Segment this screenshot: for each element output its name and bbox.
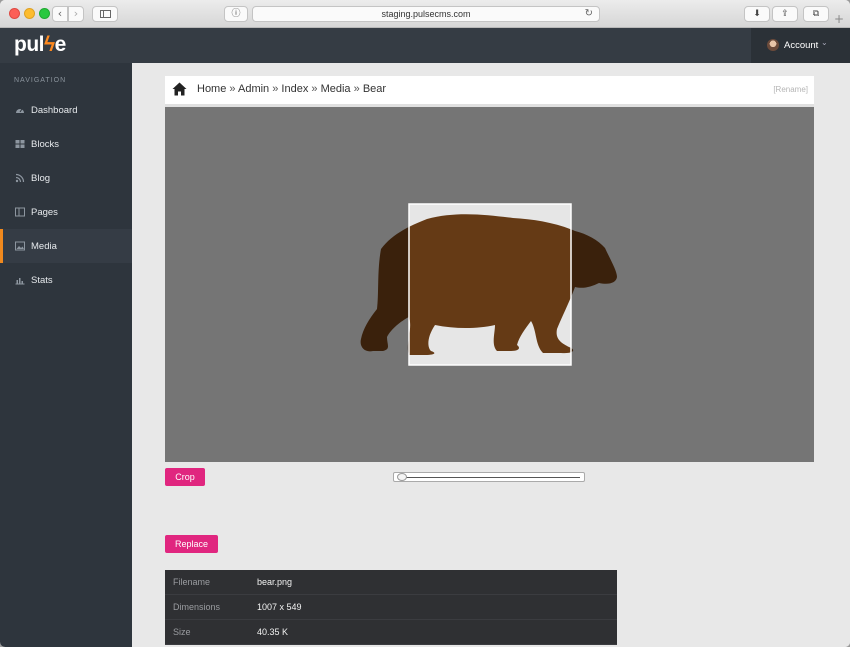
avatar — [767, 39, 779, 51]
breadcrumb-trail: Home » Admin » Index » Media » Bear — [197, 83, 386, 95]
info-icon: ⓘ — [231, 9, 241, 19]
site-info-button[interactable]: ⓘ — [224, 6, 248, 22]
breadcrumb-home[interactable]: Home — [197, 83, 226, 95]
image-icon — [15, 241, 25, 251]
rename-link[interactable]: [Rename] — [773, 85, 808, 94]
sidebar-item-dashboard[interactable]: Dashboard — [0, 93, 132, 127]
bear-image — [360, 203, 617, 366]
share-icon: ⇪ — [781, 9, 789, 19]
chevron-left-icon: ‹ — [57, 7, 63, 20]
app-header: pulϟe Account ⌄ — [0, 28, 850, 63]
browser-window: ‹ › ⓘ staging.pulsecms.com ↻ ⬇ ⇪ ⧉ + pul… — [0, 0, 850, 647]
minimize-window-button[interactable] — [24, 8, 35, 19]
crop-button[interactable]: Crop — [165, 468, 205, 486]
sidebar: NAVIGATION Dashboard Blocks Blog Pages M… — [0, 63, 132, 647]
pulse-logo[interactable]: pulϟe — [14, 33, 66, 57]
url-text: staging.pulsecms.com — [381, 9, 471, 19]
browser-toolbar: ‹ › ⓘ staging.pulsecms.com ↻ ⬇ ⇪ ⧉ + — [0, 0, 850, 28]
breadcrumb-separator: » — [353, 83, 360, 95]
breadcrumb-index[interactable]: Index — [281, 83, 308, 95]
info-value: 1007 x 549 — [257, 602, 302, 612]
plus-icon: + — [834, 12, 845, 26]
breadcrumb-separator: » — [311, 83, 318, 95]
chevron-right-icon: › — [73, 7, 79, 20]
rss-icon — [15, 173, 25, 183]
table-row: Size 40.35 K — [165, 620, 617, 645]
main-content: Home » Admin » Index » Media » Bear [Ren… — [132, 63, 850, 647]
account-label: Account — [784, 40, 819, 51]
table-row: Dimensions 1007 x 549 — [165, 595, 617, 620]
slider-track — [406, 477, 580, 478]
chart-icon — [15, 278, 25, 285]
maximize-window-button[interactable] — [39, 8, 50, 19]
sidebar-item-pages[interactable]: Pages — [0, 195, 132, 229]
back-button[interactable]: ‹ — [52, 6, 68, 22]
sidebar-item-stats[interactable]: Stats — [0, 263, 132, 297]
share-button[interactable]: ⇪ — [772, 6, 798, 22]
breadcrumb-admin[interactable]: Admin — [238, 83, 269, 95]
reload-icon[interactable]: ↻ — [585, 7, 593, 21]
sidebar-item-label: Blog — [31, 173, 51, 184]
tab-overview-button[interactable]: ⧉ — [803, 6, 829, 22]
breadcrumb-current: Bear — [362, 83, 387, 95]
new-tab-button[interactable]: + — [834, 12, 844, 26]
slider-handle[interactable] — [397, 473, 407, 481]
info-key: Filename — [173, 577, 211, 587]
sidebar-icon — [100, 10, 111, 18]
breadcrumb-separator: » — [229, 83, 236, 95]
breadcrumb-separator: » — [272, 83, 279, 95]
download-icon: ⬇ — [753, 9, 761, 19]
sidebar-item-label: Pages — [31, 207, 58, 218]
sidebar-item-blog[interactable]: Blog — [0, 161, 132, 195]
breadcrumb: Home » Admin » Index » Media » Bear [Ren… — [165, 76, 814, 107]
sidebar-item-label: Stats — [31, 275, 53, 286]
close-window-button[interactable] — [9, 8, 20, 19]
forward-button[interactable]: › — [68, 6, 84, 22]
zoom-slider[interactable] — [393, 472, 585, 482]
sidebar-item-label: Dashboard — [31, 105, 78, 116]
file-info-table: Filename bear.png Dimensions 1007 x 549 … — [165, 570, 617, 645]
breadcrumb-media[interactable]: Media — [321, 83, 351, 95]
info-value: bear.png — [257, 577, 293, 587]
info-value: 40.35 K — [257, 627, 289, 637]
account-menu[interactable]: Account ⌄ — [751, 28, 850, 63]
pages-icon — [15, 207, 25, 217]
info-key: Size — [173, 627, 191, 637]
blocks-icon — [15, 140, 25, 148]
logo-text-end: e — [54, 33, 67, 56]
replace-button[interactable]: Replace — [165, 535, 218, 553]
tabs-icon: ⧉ — [812, 9, 820, 19]
bolt-icon: ϟ — [44, 33, 55, 56]
home-icon[interactable] — [172, 82, 187, 96]
address-bar[interactable]: staging.pulsecms.com ↻ — [252, 6, 600, 22]
table-row: Filename bear.png — [165, 570, 617, 595]
logo-text-start: pul — [14, 33, 45, 56]
sidebar-item-label: Blocks — [31, 139, 59, 150]
dashboard-icon — [16, 108, 24, 113]
sidebar-item-media[interactable]: Media — [0, 229, 132, 263]
sidebar-item-blocks[interactable]: Blocks — [0, 127, 132, 161]
nav-heading: NAVIGATION — [14, 77, 67, 84]
image-crop-stage[interactable] — [165, 107, 814, 462]
chevron-down-icon: ⌄ — [821, 38, 828, 47]
downloads-button[interactable]: ⬇ — [744, 6, 770, 22]
info-key: Dimensions — [173, 602, 221, 612]
show-sidebar-button[interactable] — [92, 6, 118, 22]
sidebar-item-label: Media — [31, 241, 57, 252]
